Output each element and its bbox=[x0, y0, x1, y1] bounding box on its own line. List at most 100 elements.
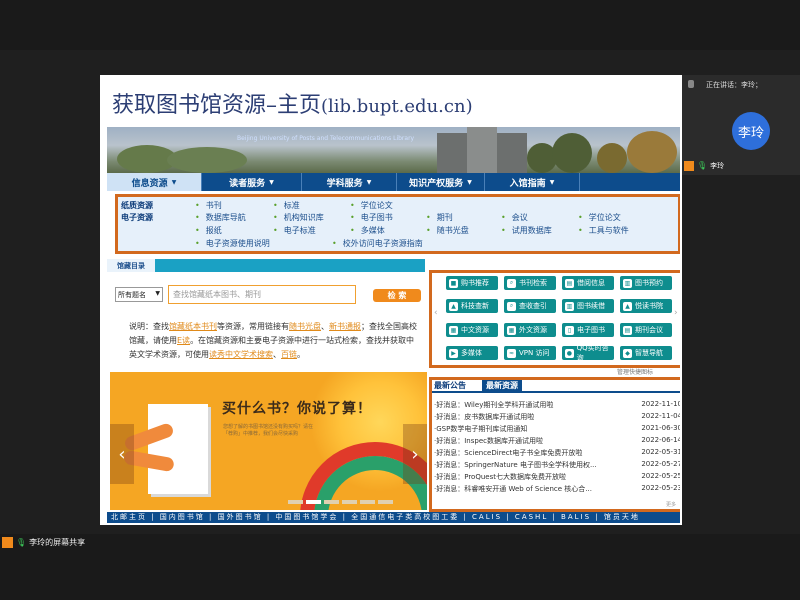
meeting-top-bar bbox=[0, 0, 800, 50]
speaker-icon bbox=[688, 80, 694, 88]
submenu-link[interactable]: 工具与软件 bbox=[578, 225, 629, 236]
submenu-link[interactable]: 电子资源使用说明 bbox=[195, 238, 270, 249]
chevron-right-icon[interactable]: › bbox=[674, 308, 678, 318]
quick-btn-navigation[interactable]: ◆ 智慧导航 bbox=[620, 346, 672, 360]
manage-shortcuts-link[interactable]: 管理快捷图标 bbox=[617, 367, 653, 376]
submenu-link[interactable]: 电子图书 bbox=[350, 212, 393, 223]
nav-reader-services[interactable]: 读者服务 ▼ bbox=[202, 173, 302, 191]
promo-title: 买什么书？你说了算！ bbox=[222, 401, 372, 417]
submenu-link[interactable]: 期刊 bbox=[426, 212, 453, 223]
screen-share-label: 🎙 李玲的屏幕共享 bbox=[2, 536, 85, 549]
carousel-dots bbox=[288, 500, 393, 504]
carousel-next-icon[interactable]: › bbox=[403, 424, 427, 484]
news-item[interactable]: ·好消息：Wiley期刊全学科开通试用啦 2022-11-10 bbox=[434, 400, 680, 411]
tablet-icon: ▯ bbox=[565, 325, 574, 335]
quick-btn-ebooks[interactable]: ▯ 电子图书 bbox=[562, 323, 614, 337]
news-tabs: 最新公告 最新资源 bbox=[432, 380, 680, 393]
tab-catalog[interactable]: 馆藏目录 bbox=[107, 259, 155, 272]
search-button[interactable]: 检 索 bbox=[373, 289, 421, 302]
submenu-link[interactable]: 书刊 bbox=[195, 200, 222, 211]
shared-slide: 获取图书馆资源–主页(lib.bupt.edu.cn) Beijing Univ… bbox=[100, 75, 682, 525]
avatar[interactable]: 李玲 bbox=[732, 112, 770, 150]
submenu-link[interactable]: 标准 bbox=[273, 200, 300, 211]
news-item[interactable]: ·好消息：皮书数据库开通试用啦 2022-11-04 bbox=[434, 412, 680, 423]
quick-btn-reading[interactable]: ▲ 悦读书院 bbox=[620, 299, 672, 313]
main-nav: 信息资源 ▼ 读者服务 ▼ 学科服务 ▼ 知识产权服务 ▼ 入馆指南 ▼ bbox=[107, 173, 680, 191]
tab-new-resources[interactable]: 最新资源 bbox=[482, 380, 522, 392]
news-item[interactable]: ·好消息：SpringerNature 电子图书全学科使用权... 2022-05… bbox=[434, 460, 680, 471]
share-bar bbox=[0, 534, 800, 550]
submenu-link[interactable]: 试用数据库 bbox=[501, 225, 552, 236]
quick-btn-reserve[interactable]: ▥ 图书预约 bbox=[620, 276, 672, 290]
chevron-down-icon: ▼ bbox=[549, 178, 555, 186]
submenu-link[interactable]: 多媒体 bbox=[350, 225, 385, 236]
user-icon bbox=[2, 537, 13, 548]
meeting-bottom bbox=[0, 550, 800, 600]
news-item[interactable]: ·好消息：科睿唯安开通 Web of Science 核心合... 2022-05… bbox=[434, 484, 680, 495]
submenu-link[interactable]: 校外访问电子资源指南 bbox=[332, 238, 423, 249]
nav-empty bbox=[580, 173, 680, 191]
news-item[interactable]: ·好消息：ProQuest七大数据库免费开放啦 2022-05-25 bbox=[434, 472, 680, 483]
slide-title-text: 获取图书馆资源–主页 bbox=[112, 93, 322, 118]
nav-visit-guide[interactable]: 入馆指南 ▼ bbox=[485, 173, 580, 191]
quick-btn-vpn[interactable]: ≈ VPN 访问 bbox=[504, 346, 556, 360]
search-field-select[interactable]: 所有题名 ▼ bbox=[115, 287, 163, 302]
news-item[interactable]: ·好消息：ScienceDirect电子书全库免费开放啦 2022-05-31 bbox=[434, 448, 680, 459]
quick-btn-chinese[interactable]: ▦ 中文资源 bbox=[446, 323, 498, 337]
link-bailian[interactable]: 百链 bbox=[281, 350, 297, 359]
quick-btn-multimedia[interactable]: ▶ 多媒体 bbox=[446, 346, 498, 360]
footer-links[interactable]: 北邮主页 | 国内图书馆 | 国外图书馆 | 中国图书馆学会 | 全国通信电子类… bbox=[107, 512, 680, 523]
search-input[interactable]: 查找馆藏纸本图书、期刊 bbox=[168, 285, 356, 304]
house-icon: ▲ bbox=[623, 301, 632, 311]
quick-btn-qq[interactable]: ● QQ实时咨询 bbox=[562, 344, 614, 362]
submenu-link[interactable]: 电子标准 bbox=[273, 225, 316, 236]
quick-btn-journals[interactable]: ▤ 期刊会议 bbox=[620, 323, 672, 337]
film-icon: ▶ bbox=[449, 348, 458, 358]
link-cd[interactable]: 随书光盘 bbox=[289, 322, 321, 331]
speaking-indicator: 正在讲话：李玲； bbox=[706, 81, 762, 89]
submenu-link[interactable]: 报纸 bbox=[195, 225, 222, 236]
promo-carousel[interactable]: 买什么书？你说了算！ 您想了解的书图书馆还没有购买吗？请在「荐购」中推荐，我们会… bbox=[110, 372, 427, 510]
news-item[interactable]: ·好消息：Inspec数据库开通试用啦 2022-06-14 bbox=[434, 436, 680, 447]
link-eread[interactable]: E读 bbox=[177, 336, 190, 345]
quick-btn-novelty[interactable]: ▲ 科技查新 bbox=[446, 299, 498, 313]
nav-info-resources[interactable]: 信息资源 ▼ bbox=[107, 173, 202, 191]
banner-subtitle: Beijing University of Posts and Telecomm… bbox=[237, 135, 415, 142]
news-item[interactable]: ·GSP数学电子期刊库试用通知 2021-06-30 bbox=[434, 424, 680, 435]
quick-btn-foreign[interactable]: ▦ 外文资源 bbox=[504, 323, 556, 337]
link-new-books[interactable]: 新书通报 bbox=[329, 322, 361, 331]
slide-title: 获取图书馆资源–主页(lib.bupt.edu.cn) bbox=[112, 87, 473, 119]
magnifier-icon: ⌕ bbox=[507, 301, 516, 311]
submenu-link[interactable]: 会议 bbox=[501, 212, 528, 223]
cart-icon: ■ bbox=[449, 278, 458, 288]
submenu-link[interactable]: 机构知识库 bbox=[273, 212, 324, 223]
category-electronic: 电子资源 bbox=[121, 213, 153, 222]
library-banner: Beijing University of Posts and Telecomm… bbox=[107, 127, 680, 173]
quick-btn-renew[interactable]: ▥ 图书续借 bbox=[562, 299, 614, 313]
promo-caption: 您想了解的书图书馆还没有购买吗？请在「荐购」中推荐，我们会尽快采购 bbox=[223, 424, 314, 437]
quick-btn-recommend[interactable]: ■ 购书推荐 bbox=[446, 276, 498, 290]
tab-announcements[interactable]: 最新公告 bbox=[434, 380, 466, 391]
chevron-left-icon[interactable]: ‹ bbox=[434, 308, 438, 318]
submenu-link[interactable]: 随书光盘 bbox=[426, 225, 469, 236]
catalog-tab-bar: 馆藏目录 bbox=[107, 259, 425, 272]
quick-btn-citation[interactable]: ⌕ 查收查引 bbox=[504, 299, 556, 313]
chevron-down-icon: ▼ bbox=[366, 178, 372, 186]
quick-btn-search[interactable]: ⌕ 书刊检索 bbox=[504, 276, 556, 290]
carousel-prev-icon[interactable]: ‹ bbox=[110, 424, 134, 484]
mic-icon: 🎙 bbox=[697, 161, 708, 170]
submenu-link[interactable]: 数据库导航 bbox=[195, 212, 246, 223]
grid-icon: ▦ bbox=[507, 325, 516, 335]
link-print-collection[interactable]: 馆藏纸本书刊 bbox=[169, 322, 217, 331]
submenu-link[interactable]: 学位论文 bbox=[578, 212, 621, 223]
nav-ip-services[interactable]: 知识产权服务 ▼ bbox=[397, 173, 485, 191]
submenu-link[interactable]: 学位论文 bbox=[350, 200, 393, 211]
chevron-down-icon: ▼ bbox=[269, 178, 274, 186]
nav-subject-services[interactable]: 学科服务 ▼ bbox=[302, 173, 397, 191]
news-more-link[interactable]: 更多 bbox=[666, 501, 676, 508]
slide-title-url: lib.bupt.edu.cn bbox=[328, 96, 466, 117]
quick-btn-borrow[interactable]: ▤ 借阅信息 bbox=[562, 276, 614, 290]
book-icon: ▥ bbox=[565, 301, 574, 311]
link-duxiu[interactable]: 读秀中文学术搜索 bbox=[209, 350, 273, 359]
wifi-icon: ≈ bbox=[507, 348, 516, 358]
